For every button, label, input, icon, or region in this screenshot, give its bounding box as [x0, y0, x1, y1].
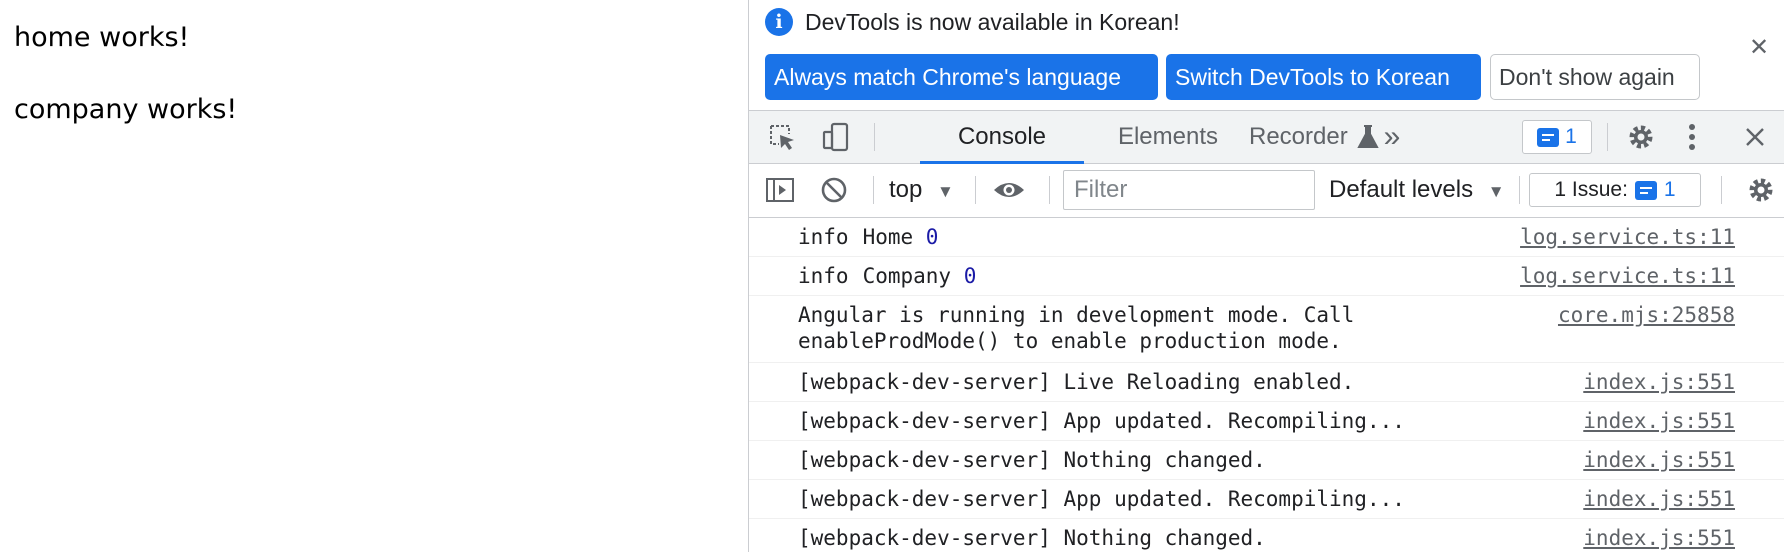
- console-message-text: Angular is running in development mode. …: [798, 302, 1354, 354]
- main-toolbar: Console Elements Recorder » 1: [749, 110, 1784, 164]
- info-icon: i: [765, 8, 793, 36]
- console-toolbar: top ▼ Default levels ▼ 1 Issue: 1: [749, 164, 1784, 218]
- more-tabs-icon[interactable]: »: [1369, 111, 1415, 163]
- inspect-element-icon[interactable]: [765, 111, 799, 163]
- settings-gear-icon[interactable]: [1619, 111, 1663, 163]
- console-message-text: info Company 0: [798, 263, 976, 289]
- console-message-row: info Home 0 log.service.ts:11: [749, 218, 1784, 257]
- toolbar-separator: [1721, 176, 1722, 204]
- console-message-row: Angular is running in development mode. …: [749, 296, 1784, 363]
- console-message-text: [webpack-dev-server] Live Reloading enab…: [798, 369, 1354, 395]
- flask-icon: [1299, 111, 1379, 163]
- context-selector[interactable]: top ▼: [889, 164, 954, 216]
- message-body: Company: [862, 264, 964, 288]
- toolbar-separator: [874, 123, 875, 151]
- toolbar-separator: [1607, 123, 1608, 151]
- message-body: [webpack-dev-server] Nothing changed.: [798, 526, 1266, 550]
- console-message-row: [webpack-dev-server] Nothing changed. ind…: [749, 519, 1784, 552]
- source-link[interactable]: core.mjs:25858: [1558, 302, 1735, 328]
- console-message-text: [webpack-dev-server] Nothing changed.: [798, 447, 1266, 473]
- console-message-text: [webpack-dev-server] App updated. Recomp…: [798, 486, 1405, 512]
- chevron-down-icon: ▼: [1487, 182, 1505, 201]
- chevron-down-icon: ▼: [937, 182, 954, 201]
- log-level-label: info: [798, 264, 849, 288]
- source-link[interactable]: index.js:551: [1583, 525, 1735, 551]
- console-message-text: info Home 0: [798, 224, 938, 250]
- issues-chat-icon: [1634, 180, 1657, 200]
- log-levels-dropdown[interactable]: Default levels ▼: [1329, 164, 1505, 216]
- issue-label: 1 Issue:: [1554, 178, 1628, 201]
- message-body: [webpack-dev-server] App updated. Recomp…: [798, 487, 1405, 511]
- issues-chat-icon: [1537, 127, 1560, 147]
- message-body: Angular is running in development mode. …: [798, 303, 1355, 353]
- issue-count-button[interactable]: 1 Issue: 1: [1529, 173, 1701, 207]
- context-value: top: [889, 176, 923, 203]
- console-messages: info Home 0 log.service.ts:11 info Company 0…: [749, 218, 1784, 552]
- issues-count: 1: [1565, 125, 1577, 148]
- devtools-panel: i DevTools is now available in Korean! A…: [748, 0, 1784, 552]
- console-message-row: [webpack-dev-server] Live Reloading enab…: [749, 363, 1784, 402]
- close-infobar-icon[interactable]: ✕: [1749, 33, 1769, 62]
- console-message-text: [webpack-dev-server] App updated. Recomp…: [798, 408, 1405, 434]
- close-devtools-icon[interactable]: [1733, 111, 1777, 163]
- infobar-message: DevTools is now available in Korean!: [805, 9, 1180, 35]
- source-link[interactable]: index.js:551: [1583, 447, 1735, 473]
- console-message-text: [webpack-dev-server] Nothing changed.: [798, 525, 1266, 551]
- toolbar-separator: [1519, 176, 1520, 204]
- tab-elements[interactable]: Elements: [1097, 111, 1239, 163]
- message-body: [webpack-dev-server] Nothing changed.: [798, 448, 1266, 472]
- source-link[interactable]: log.service.ts:11: [1520, 224, 1735, 250]
- console-message-row: [webpack-dev-server] Nothing changed. ind…: [749, 441, 1784, 480]
- source-link[interactable]: log.service.ts:11: [1520, 263, 1735, 289]
- switch-to-korean-button[interactable]: Switch DevTools to Korean: [1166, 54, 1481, 100]
- dont-show-again-button[interactable]: Don't show again: [1490, 54, 1700, 100]
- source-link[interactable]: index.js:551: [1583, 369, 1735, 395]
- toolbar-separator: [873, 176, 874, 204]
- company-works-text: company works!: [14, 94, 238, 125]
- issues-counter-button[interactable]: 1: [1522, 120, 1592, 154]
- message-body: [webpack-dev-server] App updated. Recomp…: [798, 409, 1405, 433]
- always-match-language-button[interactable]: Always match Chrome's language: [765, 54, 1158, 100]
- page-viewport: home works! company works!: [0, 0, 748, 552]
- source-link[interactable]: index.js:551: [1583, 408, 1735, 434]
- message-body: Home: [862, 225, 926, 249]
- more-vertical-icon[interactable]: [1675, 111, 1709, 163]
- console-message-row: [webpack-dev-server] App updated. Recomp…: [749, 480, 1784, 519]
- toolbar-separator: [975, 176, 976, 204]
- eye-icon[interactable]: [989, 164, 1029, 216]
- console-message-row: info Company 0 log.service.ts:11: [749, 257, 1784, 296]
- log-level-label: info: [798, 225, 849, 249]
- tab-console[interactable]: Console: [920, 111, 1084, 163]
- logged-number: 0: [925, 225, 939, 249]
- logged-number: 0: [963, 264, 977, 288]
- message-body: [webpack-dev-server] Live Reloading enab…: [798, 370, 1355, 394]
- console-settings-icon[interactable]: [1739, 164, 1783, 216]
- log-levels-label: Default levels: [1329, 176, 1474, 203]
- clear-console-icon[interactable]: [817, 164, 851, 216]
- filter-input[interactable]: [1063, 170, 1315, 210]
- issue-count: 1: [1663, 178, 1676, 201]
- home-works-text: home works!: [14, 22, 190, 53]
- console-message-row: [webpack-dev-server] App updated. Recomp…: [749, 402, 1784, 441]
- sidebar-toggle-icon[interactable]: [763, 164, 797, 216]
- device-toolbar-icon[interactable]: [819, 111, 853, 163]
- toolbar-separator: [1049, 176, 1050, 204]
- source-link[interactable]: index.js:551: [1583, 486, 1735, 512]
- language-infobar: i DevTools is now available in Korean! A…: [749, 0, 1784, 110]
